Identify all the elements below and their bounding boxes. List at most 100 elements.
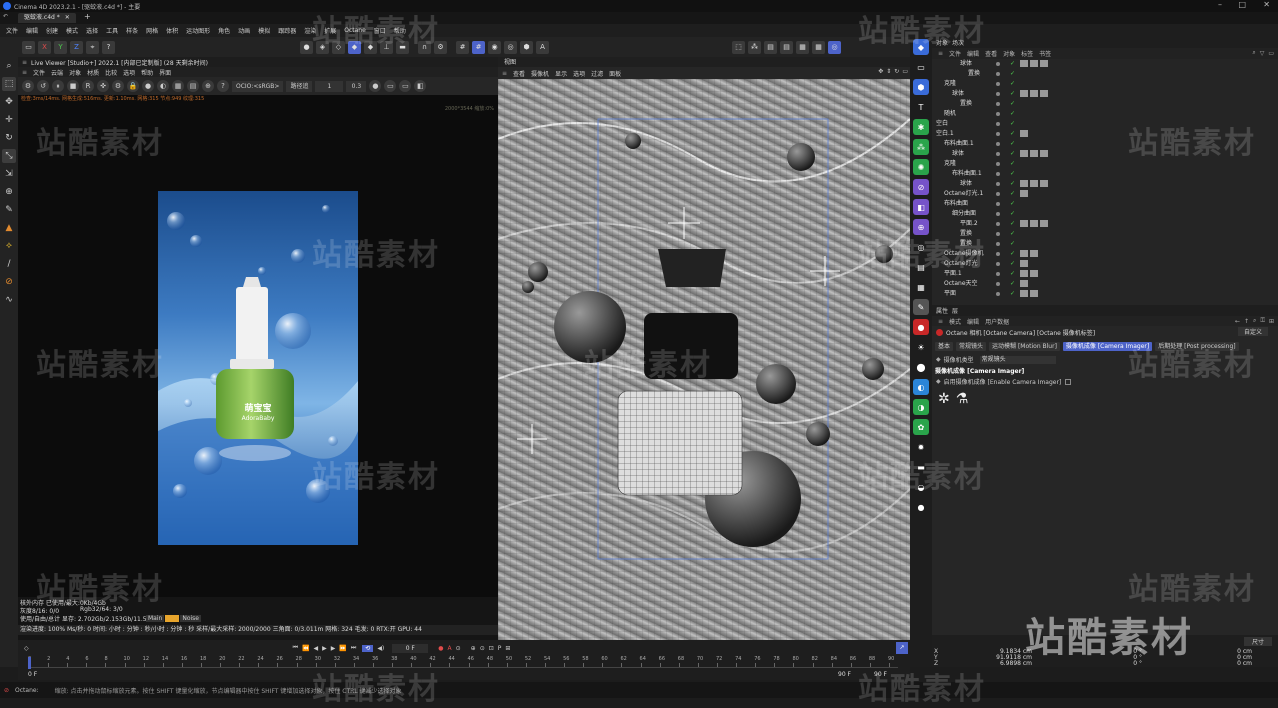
render-settings-icon[interactable]: A xyxy=(536,40,549,54)
timeline-ruler[interactable]: 0246810121416182022242628303234363840424… xyxy=(28,656,898,668)
back-arrow-icon[interactable]: ← xyxy=(1235,318,1240,325)
object-tag-icon[interactable] xyxy=(1030,290,1038,297)
tab-objects[interactable]: 对象 xyxy=(936,38,948,47)
visibility-check-icon[interactable]: ✓ xyxy=(1010,119,1015,129)
camera-type-dropdown[interactable]: 常规镜头 xyxy=(979,355,1056,364)
settings-icon[interactable]: ⚙ xyxy=(112,80,124,92)
viewport-menu-item[interactable]: 查看 xyxy=(513,69,525,78)
filter-icon[interactable]: ▽ xyxy=(1260,50,1265,57)
object-row[interactable]: 球体 ✓ xyxy=(932,89,1278,99)
visibility-check-icon[interactable]: ✓ xyxy=(1010,149,1015,159)
menu-icon[interactable]: ≡ xyxy=(502,70,507,77)
menu-item[interactable]: 样条 xyxy=(126,26,138,35)
object-tag-icon[interactable] xyxy=(1020,90,1028,97)
layer-dot[interactable] xyxy=(996,222,1000,226)
sound-icon[interactable]: ◀) xyxy=(377,645,384,652)
soft-selection-icon[interactable]: ◉ xyxy=(488,40,501,54)
layer-dot[interactable] xyxy=(996,262,1000,266)
octane-scatter-icon[interactable]: ✿ xyxy=(913,419,929,435)
box-select-icon[interactable]: ▭ xyxy=(913,59,929,75)
coordinate-system-icon[interactable]: ⌖ xyxy=(86,40,99,54)
object-row[interactable]: Octane天空 ✓ xyxy=(932,279,1278,289)
menu-item[interactable]: 编辑 xyxy=(26,26,38,35)
menu-item[interactable]: Octane xyxy=(344,27,366,34)
new-window-icon[interactable]: ⊞ xyxy=(1269,318,1274,325)
next-frame-icon[interactable]: ▶ xyxy=(331,645,336,652)
film-icon[interactable]: ▦ xyxy=(172,80,184,92)
minimize-button[interactable]: – xyxy=(1218,0,1222,9)
tab-noise[interactable]: Noise xyxy=(180,615,201,622)
go-to-end-icon[interactable]: ⏭ xyxy=(351,644,356,652)
attribute-menu-item[interactable]: 编辑 xyxy=(967,317,979,326)
visibility-check-icon[interactable]: ✓ xyxy=(1010,259,1015,269)
spline-icon[interactable]: ⟡ xyxy=(2,239,16,253)
polygons-mode-icon[interactable]: ◇ xyxy=(332,40,345,54)
enable-camera-imager-checkbox[interactable] xyxy=(1065,378,1072,385)
object-tag-icon[interactable] xyxy=(1030,250,1038,257)
visibility-check-icon[interactable]: ✓ xyxy=(1010,199,1015,209)
texture-mode-icon[interactable]: ◆ xyxy=(364,40,377,54)
z-axis-button[interactable]: Z xyxy=(70,40,83,54)
visibility-check-icon[interactable]: ✓ xyxy=(1010,279,1015,289)
timeline-expand-icon[interactable]: ↗ xyxy=(896,642,908,654)
quantize-icon[interactable]: ⚙ xyxy=(434,40,447,54)
layer-dot[interactable] xyxy=(996,252,1000,256)
layer-dot[interactable] xyxy=(996,242,1000,246)
deformer-icon[interactable]: ✺ xyxy=(913,159,929,175)
lock-icon[interactable]: 🔒 xyxy=(127,80,139,92)
symmetry-icon[interactable]: ◎ xyxy=(504,40,517,54)
octane-area-light-icon[interactable]: ▬ xyxy=(913,459,929,475)
object-tag-icon[interactable] xyxy=(1030,90,1038,97)
size-field[interactable]: 0 cm xyxy=(1142,660,1252,667)
menu-item[interactable]: 创建 xyxy=(46,26,58,35)
visibility-check-icon[interactable]: ✓ xyxy=(1010,59,1015,69)
add-tab-button[interactable]: + xyxy=(84,12,91,21)
menu-item[interactable]: 动画 xyxy=(238,26,250,35)
object-menu-item[interactable]: 文件 xyxy=(949,49,961,58)
menu-item[interactable]: 运动图形 xyxy=(186,26,210,35)
octane-dot-icon[interactable]: ● xyxy=(913,499,929,515)
layer-dot[interactable] xyxy=(996,272,1000,276)
object-tag-icon[interactable] xyxy=(1020,220,1028,227)
object-tag-icon[interactable] xyxy=(1030,150,1038,157)
close-tab-icon[interactable]: ✕ xyxy=(65,14,70,21)
spline-pen-icon[interactable]: ✎ xyxy=(2,203,16,217)
loop-icon[interactable]: ⟲ xyxy=(362,644,374,652)
scale-icon[interactable]: ⤡ xyxy=(2,149,16,163)
reset-icon[interactable]: ▭ xyxy=(22,40,35,54)
circle-icon[interactable]: ● xyxy=(369,80,382,92)
attribute-subtab[interactable]: 摄像机成像 [Camera Imager] xyxy=(1062,342,1153,351)
object-menu-item[interactable]: 编辑 xyxy=(967,49,979,58)
object-row[interactable]: 球体 ✓ xyxy=(932,179,1278,189)
object-row[interactable]: 平面.2 ✓ xyxy=(932,219,1278,229)
viewport-menu-item[interactable]: 过滤 xyxy=(591,69,603,78)
layer-dot[interactable] xyxy=(996,62,1000,66)
menu-item[interactable]: 体积 xyxy=(166,26,178,35)
playhead[interactable] xyxy=(28,657,31,669)
object-row[interactable]: 空白 ✓ xyxy=(932,119,1278,129)
octane-hdri-icon[interactable]: ⬤ xyxy=(913,359,929,375)
viewport-canvas[interactable] xyxy=(498,79,910,640)
menu-icon[interactable]: ≡ xyxy=(938,50,943,57)
object-row[interactable]: 平面.1 ✓ xyxy=(932,269,1278,279)
menu-icon[interactable]: ≡ xyxy=(22,69,27,76)
visibility-check-icon[interactable]: ✓ xyxy=(1010,159,1015,169)
object-tag-icon[interactable] xyxy=(1030,60,1038,67)
visibility-check-icon[interactable]: ✓ xyxy=(1010,189,1015,199)
field-icon[interactable]: ⊘ xyxy=(913,179,929,195)
menu-item[interactable]: 跟踪器 xyxy=(278,26,296,35)
object-tag-icon[interactable] xyxy=(1020,150,1028,157)
octane-env-icon[interactable]: ◑ xyxy=(913,399,929,415)
object-row[interactable]: 球体 ✓ xyxy=(932,59,1278,69)
new-window-icon[interactable]: ▭ xyxy=(1268,50,1274,57)
object-row[interactable]: 平面 ✓ xyxy=(932,289,1278,299)
visibility-check-icon[interactable]: ✓ xyxy=(1010,169,1015,179)
layer-dot[interactable] xyxy=(996,72,1000,76)
layer-dot[interactable] xyxy=(996,172,1000,176)
text-icon[interactable]: T xyxy=(913,99,929,115)
object-tag-icon[interactable] xyxy=(1020,250,1028,257)
object-row[interactable]: Octane灯光.1 ✓ xyxy=(932,189,1278,199)
visibility-check-icon[interactable]: ✓ xyxy=(1010,109,1015,119)
attribute-menu-item[interactable]: 模式 xyxy=(949,317,961,326)
tab-layers[interactable]: 层 xyxy=(952,306,958,315)
